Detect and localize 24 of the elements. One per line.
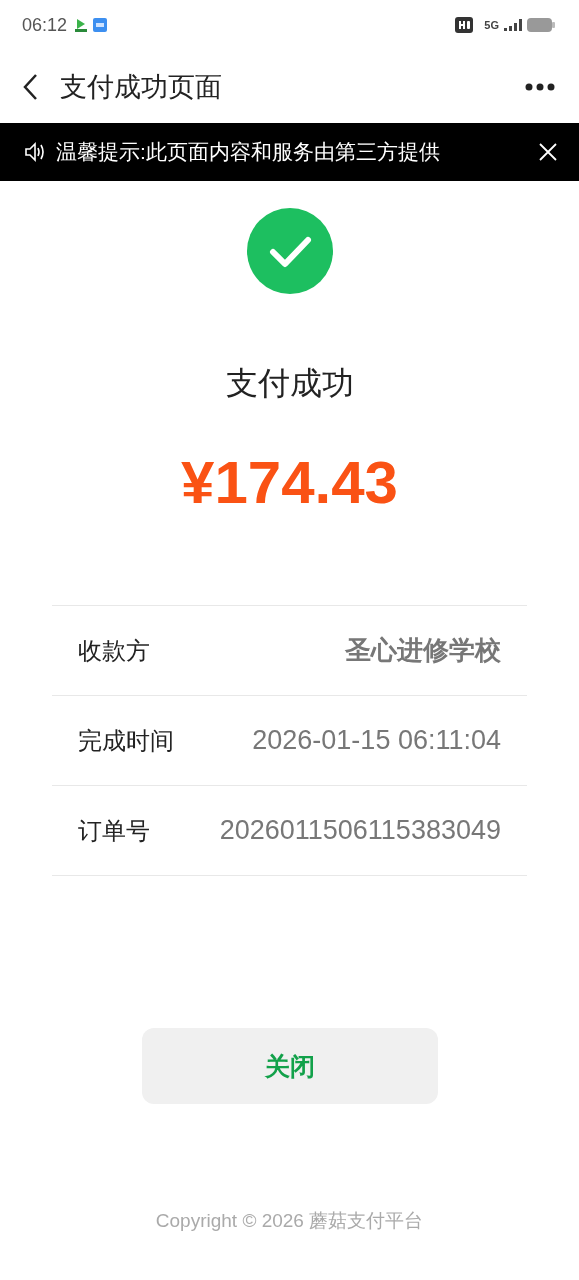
- detail-value: 2026-01-15 06:11:04: [252, 725, 501, 756]
- signal-icon: [504, 19, 522, 31]
- result-title: 支付成功: [225, 364, 354, 403]
- copyright-text: Copyright © 2026 蘑菇支付平台: [155, 1209, 424, 1233]
- success-icon: [246, 208, 333, 294]
- app-icon: [93, 18, 108, 32]
- detail-label: 完成时间: [78, 725, 174, 756]
- network-label: 5G: [484, 19, 499, 31]
- detail-label: 收款方: [78, 635, 150, 666]
- detail-value: 2026011506115383049: [219, 815, 501, 846]
- detail-value: 圣心进修学校: [345, 634, 501, 667]
- page-title: 支付成功页面: [60, 70, 222, 104]
- notice-text: 温馨提示:此页面内容和服务由第三方提供: [56, 139, 440, 165]
- detail-label: 订单号: [78, 815, 150, 846]
- app-icon: [74, 18, 89, 32]
- speaker-icon: [24, 142, 46, 162]
- hd-icon: [455, 17, 474, 33]
- amount: ¥174.43: [181, 448, 398, 517]
- battery-icon: [527, 18, 555, 32]
- more-icon[interactable]: [525, 82, 555, 91]
- close-button[interactable]: 关闭: [141, 1028, 438, 1104]
- close-icon[interactable]: [539, 143, 557, 161]
- status-time: 06:12: [22, 14, 68, 36]
- back-icon[interactable]: [22, 72, 38, 101]
